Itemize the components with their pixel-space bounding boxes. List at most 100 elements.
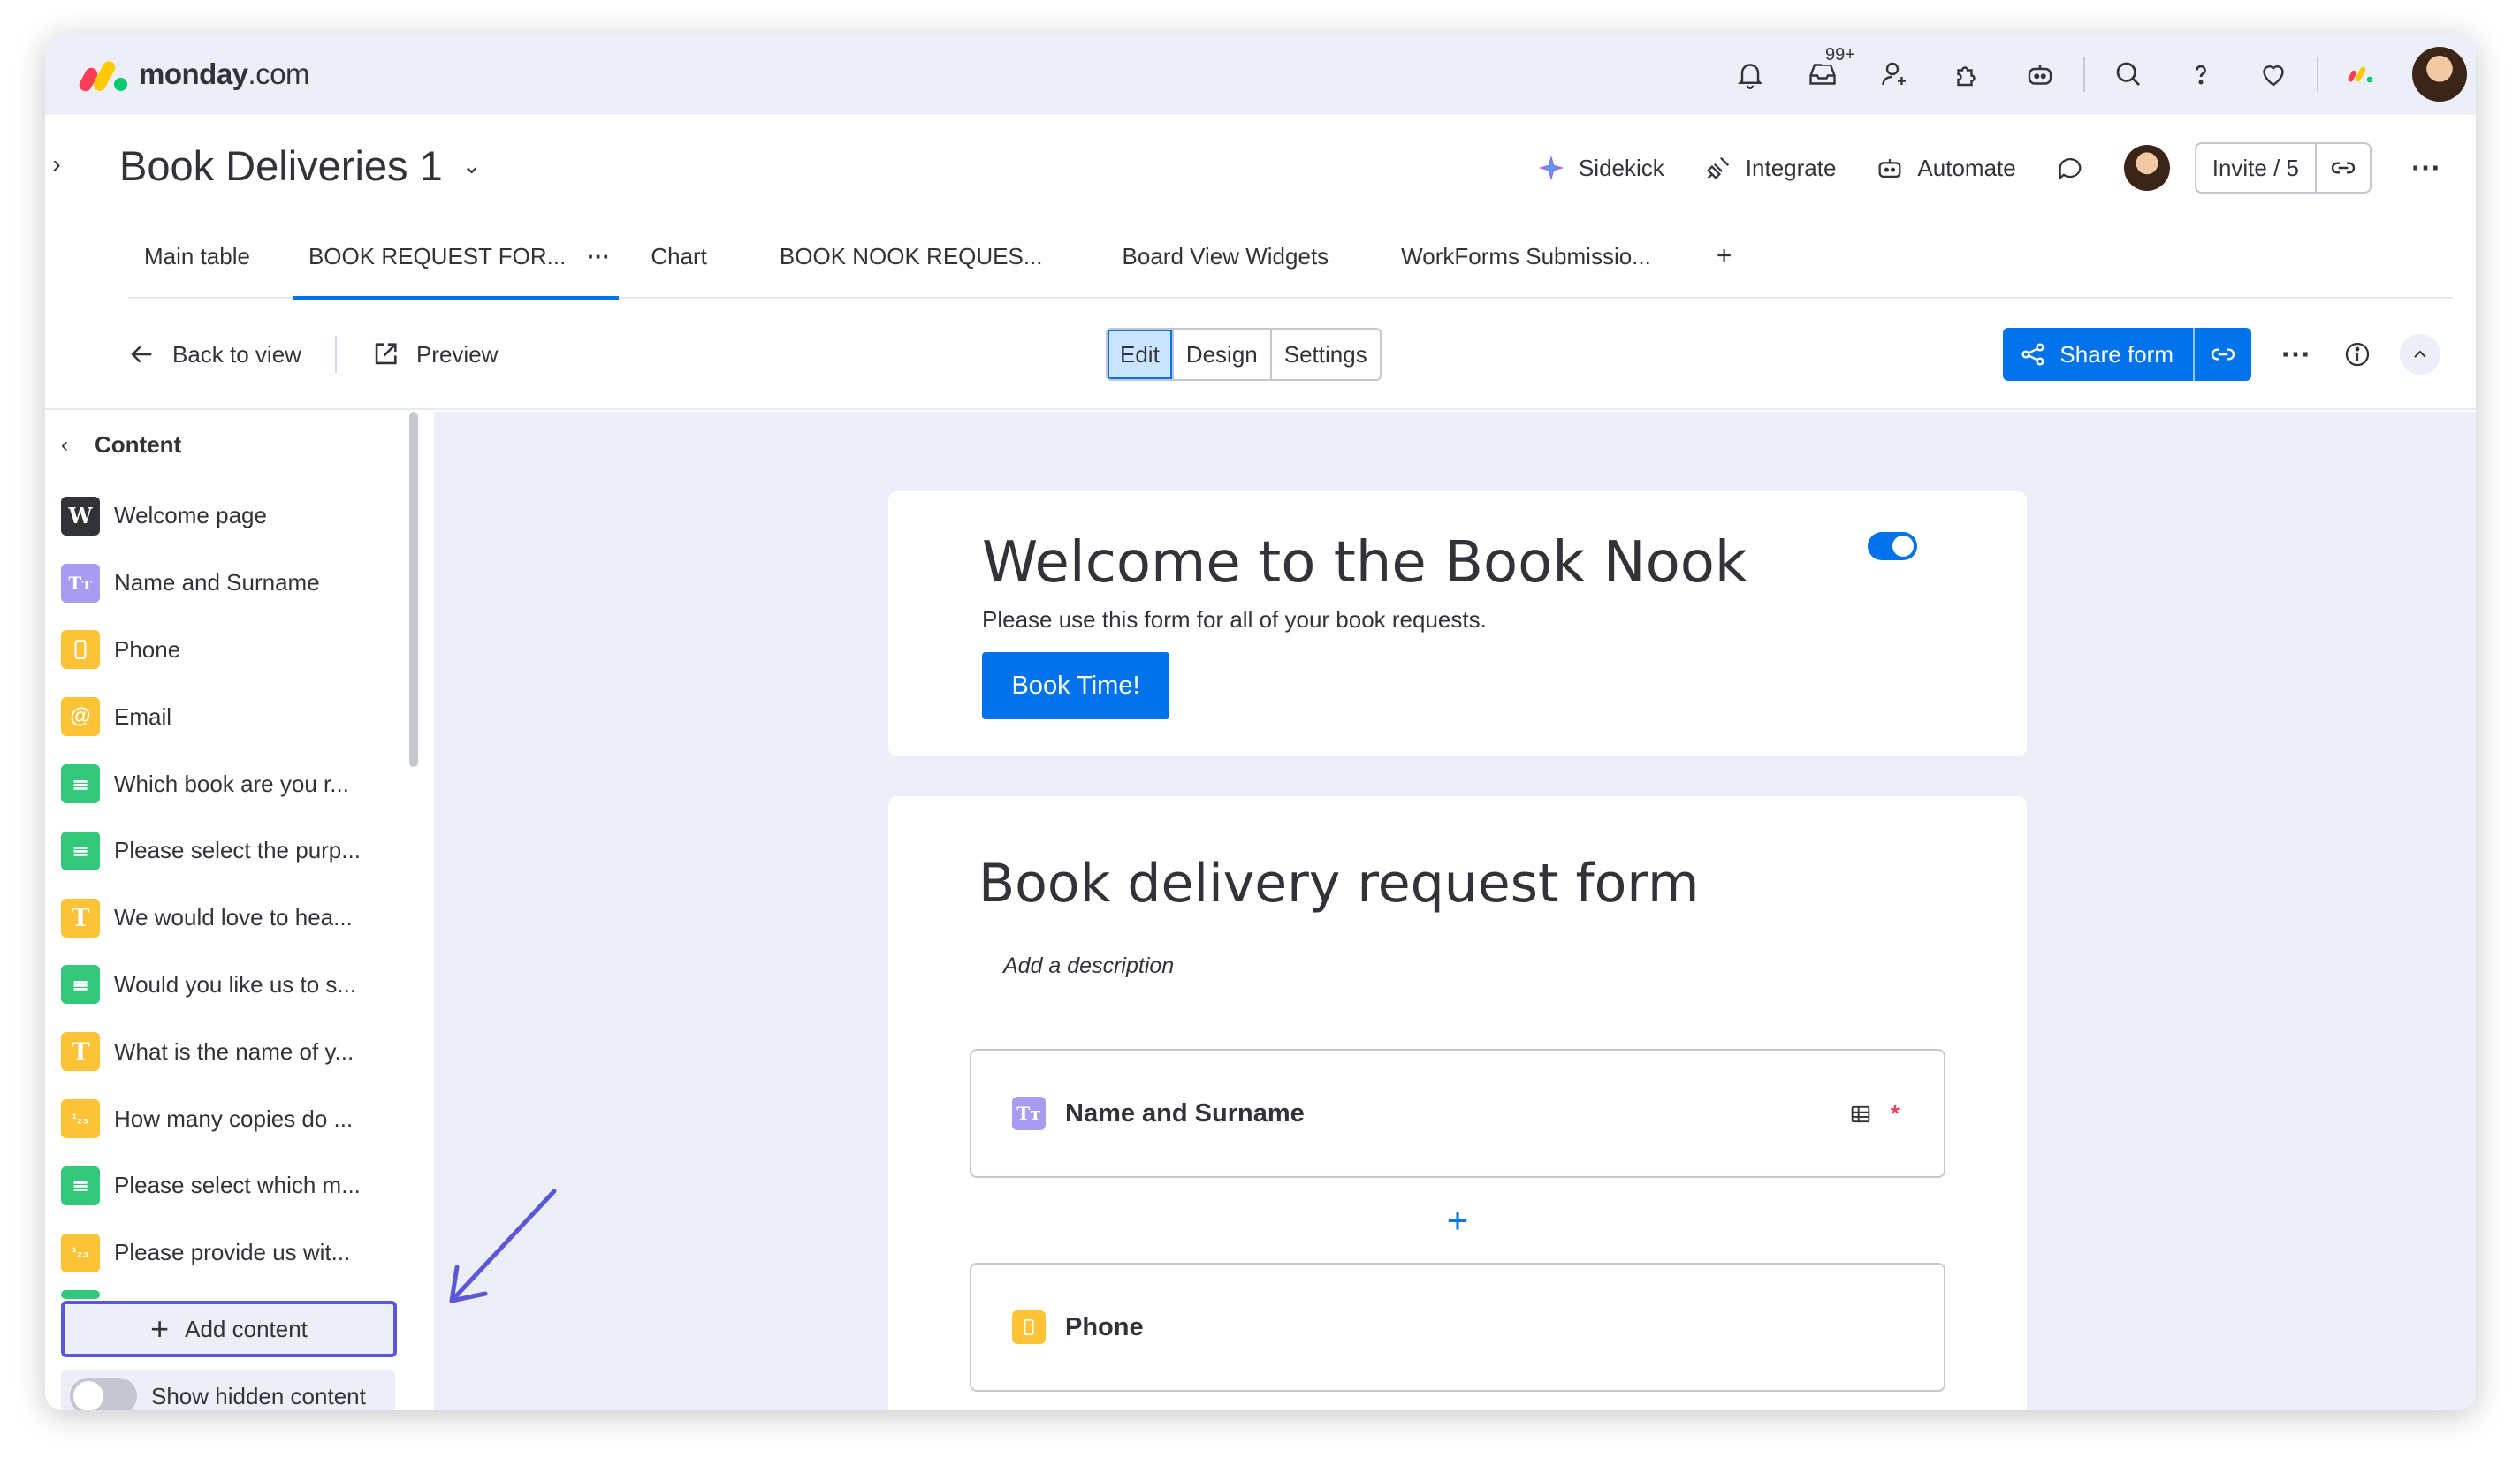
table-column-icon[interactable]: [1848, 1102, 1873, 1127]
updates-button[interactable]: [2055, 153, 2085, 183]
chevron-left-icon[interactable]: ‹: [61, 433, 68, 458]
tab-main-table[interactable]: Main table: [128, 215, 266, 298]
board-user-avatar[interactable]: [2123, 145, 2170, 191]
tab-more-icon[interactable]: ···: [587, 243, 610, 270]
automate-button[interactable]: Automate: [1875, 153, 2016, 183]
settings-mode-button[interactable]: Settings: [1269, 330, 1380, 379]
add-content-button[interactable]: + Add content: [61, 1301, 397, 1357]
content-item[interactable]: ¹₂₃ Please provide us wit...: [61, 1219, 406, 1287]
preview-button[interactable]: Preview: [370, 339, 498, 369]
content-item[interactable]: ¹₂₃ How many copies do ...: [61, 1085, 406, 1152]
invite-button[interactable]: Invite / 5: [2194, 142, 2372, 194]
tab-board-view-widgets[interactable]: Board View Widgets: [1107, 215, 1345, 298]
number-field-icon: ¹₂₃: [61, 1233, 100, 1272]
content-item-partial[interactable]: [61, 1287, 406, 1299]
panel-header: ‹ Content: [61, 431, 181, 459]
form-canvas: Welcome to the Book Nook Please use this…: [434, 412, 2476, 1410]
content-item-label: Welcome page: [114, 502, 267, 529]
question-card[interactable]: Phone: [970, 1263, 1945, 1392]
logo-brand: monday: [139, 57, 248, 90]
sidebar-expand-icon[interactable]: ›: [45, 138, 68, 191]
help-icon[interactable]: [2179, 52, 2223, 96]
copy-form-link-icon[interactable]: [2195, 340, 2251, 368]
info-icon[interactable]: [2340, 337, 2375, 372]
tab-label: Chart: [651, 242, 707, 270]
inbox-icon[interactable]: 99+: [1801, 45, 1859, 96]
integrate-button[interactable]: Integrate: [1703, 153, 1836, 183]
copy-link-icon[interactable]: [2317, 154, 2370, 182]
edit-mode-button[interactable]: Edit: [1108, 330, 1172, 379]
dropdown-field-icon: ≡: [61, 764, 100, 804]
dropdown-field-icon: [61, 1289, 100, 1299]
welcome-title[interactable]: Welcome to the Book Nook: [982, 530, 1747, 596]
back-to-view-button[interactable]: Back to view: [126, 339, 301, 369]
content-item[interactable]: ≡ Which book are you r...: [61, 750, 406, 817]
content-item-label: How many copies do ...: [114, 1105, 354, 1132]
book-time-button[interactable]: Book Time!: [982, 652, 1169, 719]
search-icon[interactable]: [2106, 52, 2151, 96]
add-question-button[interactable]: +: [888, 1199, 2027, 1242]
plug-icon: [1706, 156, 1729, 179]
content-item[interactable]: ≡ Please select the purp...: [61, 817, 406, 885]
board-title[interactable]: Book Deliveries 1 ⌄: [119, 141, 482, 190]
question-card[interactable]: Tт Name and Surname *: [970, 1049, 1945, 1178]
content-item[interactable]: W Welcome page: [61, 482, 406, 550]
ai-robot-icon[interactable]: [2018, 52, 2062, 96]
toggle-switch[interactable]: [70, 1378, 137, 1410]
email-field-icon: @: [61, 697, 100, 737]
content-item[interactable]: ≡ Please select which m...: [61, 1152, 406, 1219]
question-label: Name and Surname: [1065, 1098, 1305, 1128]
collapse-header-icon[interactable]: [2400, 334, 2440, 375]
bell-icon[interactable]: [1728, 52, 1772, 96]
user-avatar[interactable]: [2412, 47, 2467, 102]
logo-text: monday.com: [139, 57, 310, 91]
question-meta: *: [1848, 1100, 1900, 1128]
form-toolbar: Back to view Preview Edit Design Setting…: [45, 299, 2476, 410]
sidekick-button[interactable]: Sidekick: [1536, 153, 1664, 183]
top-bar: monday.com 99+: [45, 34, 2476, 115]
apps-icon[interactable]: [1945, 52, 1990, 96]
form-title[interactable]: Book delivery request form: [978, 853, 1699, 915]
form-more-icon[interactable]: ⋯: [2278, 337, 2313, 372]
welcome-page-toggle[interactable]: [1868, 532, 1917, 560]
invite-label: Invite / 5: [2196, 144, 2317, 192]
tab-workforms-submissions[interactable]: WorkForms Submissio...: [1385, 215, 1667, 298]
tab-label: BOOK NOOK REQUES...: [779, 242, 1043, 270]
chevron-down-icon[interactable]: ⌄: [462, 152, 482, 179]
form-description[interactable]: Add a description: [1003, 953, 1174, 979]
content-item[interactable]: @ Email: [61, 683, 406, 750]
monday-logo[interactable]: monday.com: [77, 57, 310, 94]
content-item[interactable]: T What is the name of y...: [61, 1018, 406, 1085]
design-mode-button[interactable]: Design: [1171, 330, 1270, 379]
board-title-text: Book Deliveries 1: [119, 142, 443, 189]
share-icon: [2021, 343, 2044, 366]
content-item-label: Phone: [114, 635, 181, 663]
panel-scrollbar[interactable]: [409, 412, 418, 767]
tab-book-request-form[interactable]: BOOK REQUEST FOR... ···: [292, 215, 620, 300]
content-item-label: What is the name of y...: [114, 1037, 354, 1065]
share-form-button[interactable]: Share form: [2003, 328, 2195, 381]
content-item-label: Please select which m...: [114, 1172, 361, 1199]
add-view-button[interactable]: +: [1701, 215, 1748, 298]
invite-members-icon[interactable]: [1873, 52, 1917, 96]
welcome-card[interactable]: Welcome to the Book Nook Please use this…: [888, 491, 2027, 756]
welcome-page-icon: W: [61, 496, 100, 536]
toolbar-right: Share form ⋯: [2003, 328, 2440, 381]
content-item[interactable]: Phone: [61, 617, 406, 684]
show-hidden-content-toggle[interactable]: Show hidden content: [61, 1370, 395, 1410]
share-label: Share form: [2059, 340, 2174, 368]
content-field-list: W Welcome page Tт Name and Surname Phone @…: [61, 482, 406, 1299]
content-item[interactable]: Tт Name and Surname: [61, 550, 406, 617]
chat-bubble-icon: [2059, 158, 2082, 180]
robot-icon: [1878, 159, 1901, 179]
tab-chart[interactable]: Chart: [635, 215, 723, 298]
content-item[interactable]: T We would love to hea...: [61, 885, 406, 952]
more-options-icon[interactable]: ⋯: [2410, 150, 2440, 186]
welcome-text[interactable]: Please use this form for all of your boo…: [982, 606, 1487, 634]
tab-book-nook-requests[interactable]: BOOK NOOK REQUES...: [764, 215, 1059, 298]
heart-icon[interactable]: [2251, 52, 2295, 96]
share-form-button-group: Share form: [2003, 328, 2251, 381]
monday-products-icon[interactable]: [2340, 52, 2384, 96]
content-item[interactable]: ≡ Would you like us to s...: [61, 952, 406, 1019]
top-icons: 99+: [1714, 34, 2476, 115]
